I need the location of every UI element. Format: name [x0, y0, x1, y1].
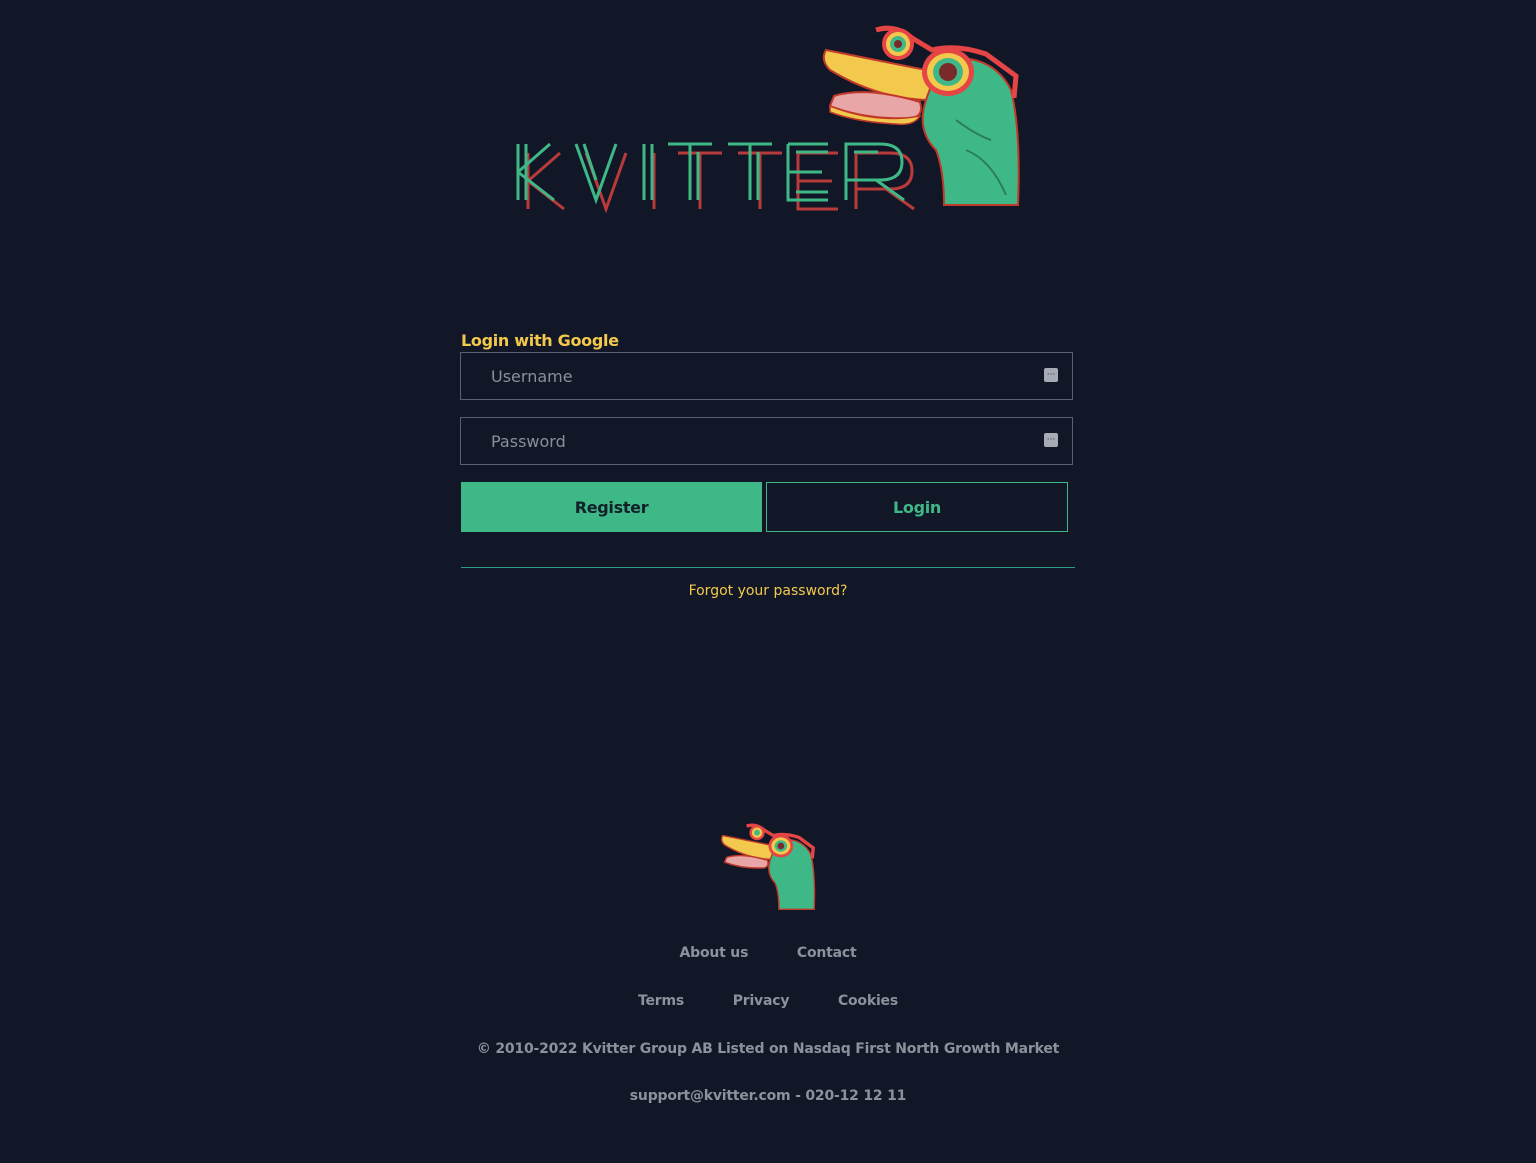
register-button[interactable]: Register — [461, 482, 762, 532]
forgot-password-link[interactable]: Forgot your password? — [0, 583, 1536, 599]
password-input[interactable] — [461, 418, 1072, 464]
password-field-container: ··· — [460, 417, 1073, 465]
footer-contact-info: support@kvitter.com - 020-12 12 11 — [629, 1088, 907, 1104]
footer-links-primary: About us Contact — [0, 945, 1536, 961]
duck-mascot-image — [822, 25, 1020, 206]
username-field-container: ··· — [460, 352, 1073, 400]
form-divider — [461, 567, 1075, 568]
password-manager-icon[interactable]: ··· — [1044, 368, 1058, 382]
kvitter-logo — [510, 20, 1022, 214]
footer-link-terms[interactable]: Terms — [638, 993, 684, 1009]
password-manager-icon[interactable]: ··· — [1044, 433, 1058, 447]
footer-duck-mascot-image — [720, 823, 816, 911]
footer-link-about-us[interactable]: About us — [680, 945, 749, 961]
login-with-google-link[interactable]: Login with Google — [461, 331, 619, 350]
footer-link-privacy[interactable]: Privacy — [733, 993, 790, 1009]
footer-link-cookies[interactable]: Cookies — [838, 993, 898, 1009]
login-page: Login with Google ··· ··· Register Login… — [0, 0, 1536, 1163]
footer-copyright: © 2010-2022 Kvitter Group AB Listed on N… — [476, 1041, 1060, 1057]
login-button[interactable]: Login — [766, 482, 1068, 532]
footer-links-legal: Terms Privacy Cookies — [0, 993, 1536, 1009]
footer-link-contact[interactable]: Contact — [797, 945, 857, 961]
username-input[interactable] — [461, 353, 1072, 399]
